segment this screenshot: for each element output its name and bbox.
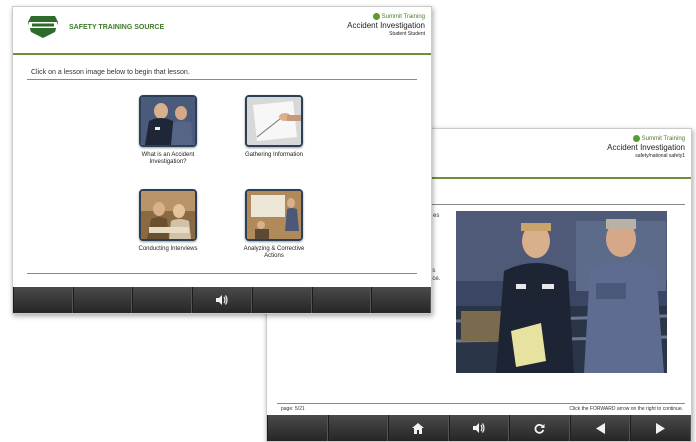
forward-button[interactable] bbox=[630, 415, 692, 441]
header-divider bbox=[13, 53, 431, 55]
toolbar-empty-2 bbox=[72, 287, 133, 313]
header-right: Summit Training Accident Investigation S… bbox=[347, 13, 425, 37]
reload-button[interactable] bbox=[509, 415, 570, 441]
instruction-text: Click on a lesson image below to begin t… bbox=[31, 69, 190, 76]
toolbar-empty-6 bbox=[371, 287, 432, 313]
toolbar-empty-1 bbox=[267, 415, 328, 441]
reload-icon bbox=[534, 423, 545, 434]
brand-dot-icon bbox=[632, 135, 640, 142]
toolbar-empty-3 bbox=[132, 287, 193, 313]
content-bottom-rule bbox=[27, 273, 417, 274]
brand-dot-icon bbox=[372, 13, 380, 20]
forward-arrow-icon bbox=[656, 422, 666, 434]
lesson-item-2[interactable]: Gathering Information bbox=[234, 95, 314, 159]
lesson-caption[interactable]: Analyzing & Corrective Actions bbox=[234, 246, 314, 260]
interview-icon[interactable] bbox=[139, 189, 197, 241]
workers-icon[interactable] bbox=[139, 95, 197, 147]
lesson-item-4[interactable]: Analyzing & Corrective Actions bbox=[234, 189, 314, 260]
brand-logo: Summit Training bbox=[607, 135, 685, 142]
logo-area: SAFETY TRAINING SOURCE bbox=[25, 14, 164, 40]
back-button[interactable] bbox=[569, 415, 631, 441]
lesson-item-3[interactable]: Conducting Interviews bbox=[128, 189, 208, 253]
lesson-caption[interactable]: What is an Accident Investigation? bbox=[128, 152, 208, 166]
toolbar-empty-5 bbox=[311, 287, 372, 313]
home-icon bbox=[412, 422, 425, 434]
brand-name: Summit Training bbox=[641, 135, 685, 142]
lesson-video[interactable] bbox=[456, 211, 667, 373]
toolbar-empty-1 bbox=[13, 287, 73, 313]
video-scene-image bbox=[456, 211, 667, 373]
shield-logo-icon bbox=[28, 16, 58, 38]
presentation-icon[interactable] bbox=[245, 189, 303, 241]
user-name: Student Student bbox=[389, 31, 425, 37]
header-right: Summit Training Accident Investigation s… bbox=[607, 135, 685, 159]
lesson-caption[interactable]: Gathering Information bbox=[234, 152, 314, 159]
continue-instruction: Click the FORWARD arrow on the right to … bbox=[569, 406, 683, 412]
user-name: safety/national safety1 bbox=[635, 153, 685, 159]
brand-logo: Summit Training bbox=[347, 13, 425, 20]
course-title: Accident Investigation bbox=[607, 143, 685, 152]
back-arrow-icon bbox=[595, 422, 605, 434]
content-top-rule bbox=[27, 79, 417, 80]
toolbar-empty-2 bbox=[327, 415, 389, 441]
page-indicator: page: 5/21 bbox=[281, 406, 305, 412]
content-bottom-rule bbox=[277, 403, 685, 404]
bottom-toolbar bbox=[267, 415, 692, 441]
writing-icon[interactable] bbox=[245, 95, 303, 147]
lesson-item-1[interactable]: What is an Accident Investigation? bbox=[128, 95, 208, 166]
audio-icon bbox=[473, 423, 485, 433]
logo-text: SAFETY TRAINING SOURCE bbox=[69, 23, 165, 31]
bottom-toolbar bbox=[13, 287, 432, 313]
audio-icon bbox=[216, 295, 228, 305]
brand-name: Summit Training bbox=[381, 13, 425, 20]
audio-button[interactable] bbox=[192, 287, 252, 313]
home-button[interactable] bbox=[388, 415, 449, 441]
toolbar-empty-4 bbox=[251, 287, 312, 313]
partial-text-1: es bbox=[433, 213, 440, 219]
lesson-caption[interactable]: Conducting Interviews bbox=[128, 246, 208, 253]
course-title: Accident Investigation bbox=[347, 21, 425, 30]
audio-button[interactable] bbox=[448, 415, 510, 441]
lesson-menu-screen: SAFETY TRAINING SOURCE Summit Training A… bbox=[12, 6, 432, 314]
